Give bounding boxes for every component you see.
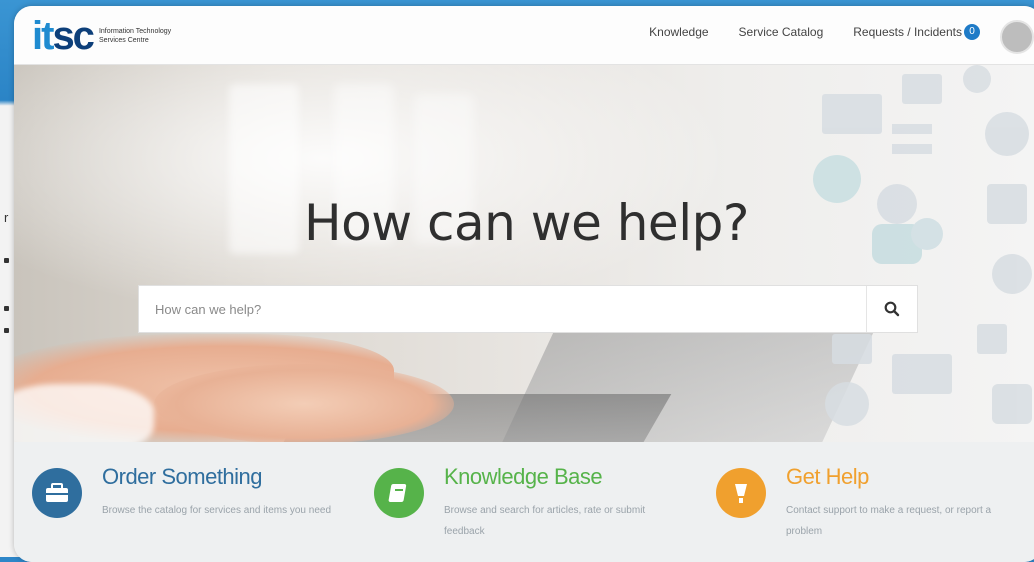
hero-decorative-icons (813, 65, 1032, 426)
search-input[interactable] (139, 286, 866, 332)
cloud-icon (963, 65, 991, 93)
mail-icon (902, 74, 942, 104)
card-order-something[interactable]: Order Something Browse the catalog for s… (32, 464, 352, 554)
hero-background-window (229, 84, 299, 254)
cloud-icon (985, 112, 1029, 156)
quick-links: Order Something Browse the catalog for s… (14, 442, 1034, 562)
logo-it: it (32, 14, 54, 58)
background-bullet (4, 328, 9, 333)
background-bullet (4, 258, 9, 263)
search-button[interactable] (866, 286, 917, 332)
monitor-icon (822, 94, 882, 134)
chat-bubble-icon (911, 218, 943, 250)
user-avatar[interactable] (1000, 20, 1034, 54)
card-description: Browse the catalog for services and item… (102, 505, 332, 516)
logo-subtitle: Information Technology Services Centre (98, 28, 172, 44)
card-title: Order Something (102, 464, 263, 489)
card-title: Knowledge Base (444, 464, 603, 489)
background-text: r (4, 210, 9, 225)
arrows-icon (892, 124, 932, 154)
logo-sc: sc (52, 14, 94, 58)
people-icon (992, 384, 1032, 424)
cart-icon (977, 324, 1007, 354)
briefcase-icon (32, 468, 82, 518)
monitor-icon (892, 354, 952, 394)
portal-window: it sc Information Technology Services Ce… (14, 6, 1034, 562)
nav-requests-label: Requests / Incidents (853, 25, 962, 39)
layers-icon (987, 184, 1027, 224)
cloud-icon (992, 254, 1032, 294)
nav-service-catalog[interactable]: Service Catalog (739, 24, 824, 40)
main-nav: Knowledge Service Catalog Requests / Inc… (649, 24, 980, 40)
hero-sleeve-image (14, 384, 154, 442)
background-bullet (4, 306, 9, 311)
nav-knowledge[interactable]: Knowledge (649, 24, 708, 40)
person-icon (877, 184, 917, 224)
search-bar (138, 285, 918, 333)
hero-banner: How can we help? (14, 64, 1034, 442)
top-navbar: it sc Information Technology Services Ce… (14, 6, 1034, 65)
card-title: Get Help (786, 464, 869, 489)
chat-bubble-icon (813, 155, 861, 203)
card-description: Browse and search for articles, rate or … (444, 505, 646, 537)
hero-heading: How can we help? (304, 194, 749, 252)
card-get-help[interactable]: Get Help Contact support to make a reque… (716, 464, 1034, 554)
nav-service-catalog-label: Service Catalog (738, 25, 824, 39)
wifi-icon (825, 382, 869, 426)
card-description: Contact support to make a request, or re… (786, 505, 992, 537)
search-icon (884, 301, 900, 317)
hero-hand-image (154, 364, 454, 442)
itsc-logo[interactable]: it sc Information Technology Services Ce… (32, 16, 179, 56)
envelope-icon (832, 334, 872, 364)
exclamation-icon (716, 468, 766, 518)
requests-count-badge: 0 (964, 24, 980, 40)
book-icon (374, 468, 424, 518)
card-knowledge-base[interactable]: Knowledge Base Browse and search for art… (374, 464, 694, 554)
nav-requests-incidents[interactable]: Requests / Incidents 0 (853, 24, 980, 40)
nav-knowledge-label: Knowledge (649, 25, 709, 39)
